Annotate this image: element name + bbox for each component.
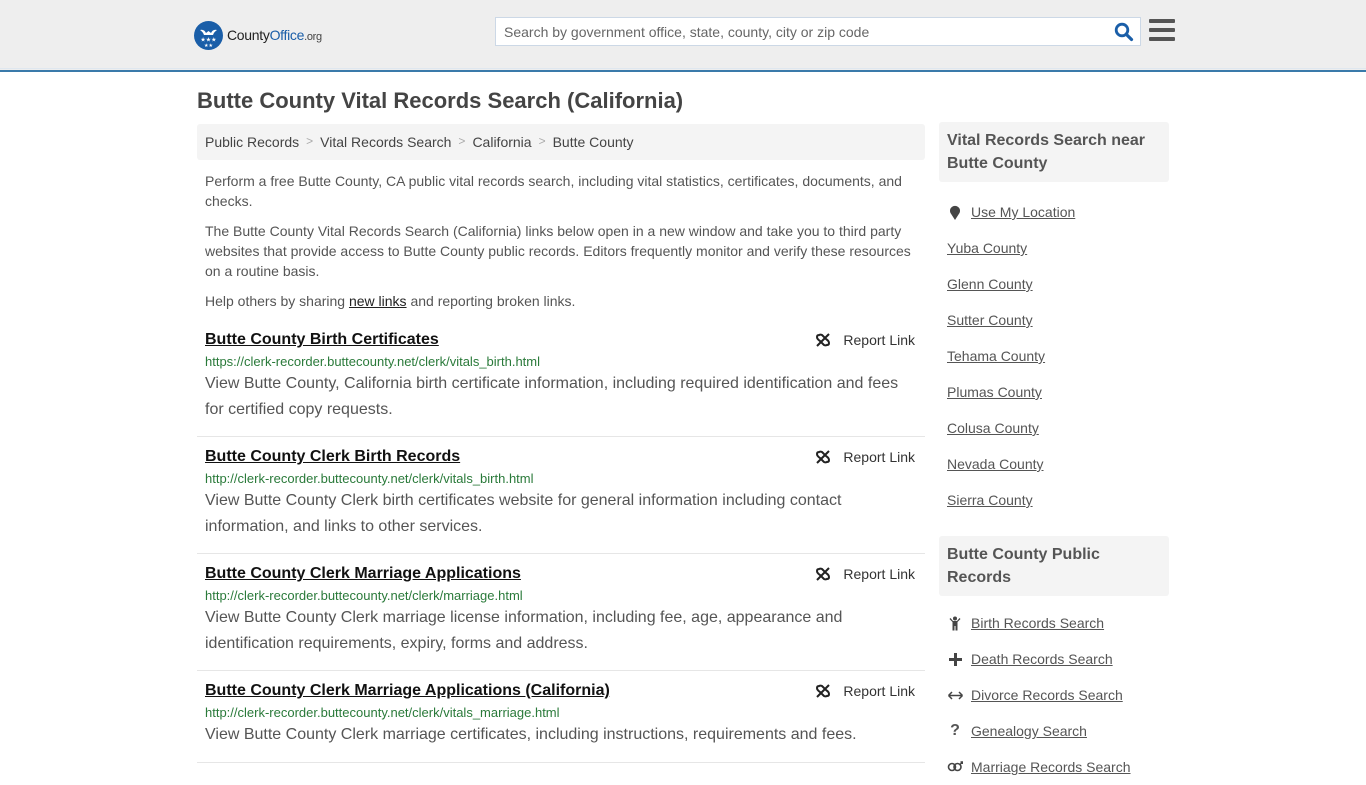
- sidebar-public-records: Butte County Public Records Birth Record…: [939, 536, 1169, 785]
- broken-link-icon: [816, 684, 831, 698]
- nearby-county-item: Glenn County: [947, 266, 1161, 302]
- nearby-county-item: Sutter County: [947, 302, 1161, 338]
- result-description: View Butte County Clerk marriage license…: [205, 609, 843, 652]
- result-title-link[interactable]: Butte County Clerk Birth Records: [205, 448, 460, 466]
- nearby-county-item: Plumas County: [947, 374, 1161, 410]
- logo-wordmark: CountyOffice.org: [227, 27, 322, 43]
- nearby-county-item: Colusa County: [947, 410, 1161, 446]
- breadcrumb-public-records[interactable]: Public Records: [205, 134, 299, 150]
- hamburger-menu-icon[interactable]: [1149, 19, 1175, 43]
- result-url: http://clerk-recorder.buttecounty.net/cl…: [205, 705, 560, 720]
- breadcrumb-separator: >: [538, 134, 546, 148]
- result-title-link[interactable]: Butte County Clerk Marriage Applications…: [205, 682, 610, 700]
- nearby-list: Use My Location Yuba County Glenn County…: [939, 182, 1169, 518]
- breadcrumb-butte-county[interactable]: Butte County: [553, 134, 634, 150]
- result-title-link[interactable]: Butte County Birth Certificates: [205, 331, 439, 349]
- public-records-list: Birth Records Search Death Records Searc…: [939, 596, 1169, 785]
- menu-bar: [1149, 28, 1175, 32]
- nearby-county-item: Sierra County: [947, 482, 1161, 518]
- public-record-link[interactable]: Genealogy Search: [971, 723, 1087, 739]
- intro-paragraph: Perform a free Butte County, CA public v…: [205, 173, 902, 209]
- svg-text:★★: ★★: [204, 43, 213, 49]
- intro-help-paragraph: Help others by sharing new links and rep…: [205, 293, 576, 309]
- breadcrumb-separator: >: [458, 134, 466, 148]
- sidebar-nearby: Vital Records Search near Butte County U…: [939, 122, 1169, 518]
- public-record-link[interactable]: Divorce Records Search: [971, 687, 1123, 703]
- nearby-county-link[interactable]: Tehama County: [947, 348, 1045, 364]
- intro-paragraph: The Butte County Vital Records Search (C…: [205, 223, 911, 279]
- report-link-button[interactable]: Report Link: [815, 683, 915, 699]
- public-record-item: Divorce Records Search: [947, 677, 1161, 713]
- search-box: [495, 17, 1141, 46]
- nearby-county-link[interactable]: Yuba County: [947, 240, 1027, 256]
- question-icon: ?: [950, 722, 960, 739]
- result-item: Butte County Clerk Marriage Applications…: [197, 554, 925, 671]
- public-record-link[interactable]: Marriage Records Search: [971, 759, 1131, 775]
- intro-text: Perform a free Butte County, CA public v…: [205, 171, 920, 321]
- nearby-county-link[interactable]: Glenn County: [947, 276, 1033, 292]
- arrows-horizontal-icon: [947, 690, 963, 700]
- search-icon: [1114, 22, 1134, 42]
- search-button[interactable]: [1114, 22, 1134, 42]
- result-description: View Butte County, California birth cert…: [205, 375, 899, 418]
- public-record-item: Marriage Records Search: [947, 749, 1161, 785]
- site-header: ★★★ ★★ CountyOffice.org: [0, 0, 1366, 72]
- nearby-county-link[interactable]: Nevada County: [947, 456, 1044, 472]
- search-input[interactable]: [496, 18, 1096, 45]
- nearby-county-link[interactable]: Colusa County: [947, 420, 1039, 436]
- use-my-location-item: Use My Location: [947, 194, 1161, 230]
- breadcrumb-vital-records-search[interactable]: Vital Records Search: [320, 134, 451, 150]
- page-title: Butte County Vital Records Search (Calif…: [197, 88, 684, 113]
- nearby-county-link[interactable]: Sutter County: [947, 312, 1033, 328]
- broken-link-icon: [816, 450, 831, 464]
- map-pin-icon: [947, 205, 963, 220]
- eagle-logo-icon: ★★★ ★★: [194, 20, 223, 50]
- plus-icon: [947, 652, 963, 666]
- sidebar-heading: Vital Records Search near Butte County: [939, 122, 1169, 182]
- public-record-item: Birth Records Search: [947, 605, 1161, 641]
- result-description: View Butte County Clerk marriage certifi…: [205, 726, 857, 743]
- public-record-item: Death Records Search: [947, 641, 1161, 677]
- use-my-location-link[interactable]: Use My Location: [971, 204, 1075, 220]
- result-url: https://clerk-recorder.buttecounty.net/c…: [205, 354, 541, 369]
- nearby-county-item: Yuba County: [947, 230, 1161, 266]
- result-url: http://clerk-recorder.buttecounty.net/cl…: [205, 471, 534, 486]
- results-list: Butte County Birth Certificates Report L…: [197, 320, 925, 763]
- report-link-button[interactable]: Report Link: [815, 332, 915, 348]
- breadcrumb-separator: >: [306, 134, 314, 148]
- nearby-county-link[interactable]: Plumas County: [947, 384, 1042, 400]
- result-item: Butte County Birth Certificates Report L…: [197, 320, 925, 437]
- nearby-county-link[interactable]: Sierra County: [947, 492, 1033, 508]
- child-icon: [947, 616, 963, 631]
- result-title-link[interactable]: Butte County Clerk Marriage Applications: [205, 565, 521, 583]
- report-link-button[interactable]: Report Link: [815, 449, 915, 465]
- result-item: Butte County Clerk Marriage Applications…: [197, 671, 925, 763]
- site-logo[interactable]: ★★★ ★★ CountyOffice.org: [194, 20, 322, 50]
- marriage-icon: [947, 761, 963, 773]
- result-description: View Butte County Clerk birth certificat…: [205, 492, 842, 535]
- sidebar-heading: Butte County Public Records: [939, 536, 1169, 596]
- breadcrumb: Public Records > Vital Records Search > …: [197, 124, 925, 160]
- result-url: http://clerk-recorder.buttecounty.net/cl…: [205, 588, 523, 603]
- menu-bar: [1149, 19, 1175, 23]
- report-link-button[interactable]: Report Link: [815, 566, 915, 582]
- public-record-link[interactable]: Birth Records Search: [971, 615, 1104, 631]
- public-record-link[interactable]: Death Records Search: [971, 651, 1113, 667]
- public-record-item: ? Genealogy Search: [947, 713, 1161, 749]
- result-item: Butte County Clerk Birth Records Report …: [197, 437, 925, 554]
- nearby-county-item: Tehama County: [947, 338, 1161, 374]
- broken-link-icon: [816, 333, 831, 347]
- menu-bar: [1149, 37, 1175, 41]
- broken-link-icon: [816, 567, 831, 581]
- nearby-county-item: Nevada County: [947, 446, 1161, 482]
- new-links-link[interactable]: new links: [349, 293, 407, 309]
- breadcrumb-california[interactable]: California: [472, 134, 531, 150]
